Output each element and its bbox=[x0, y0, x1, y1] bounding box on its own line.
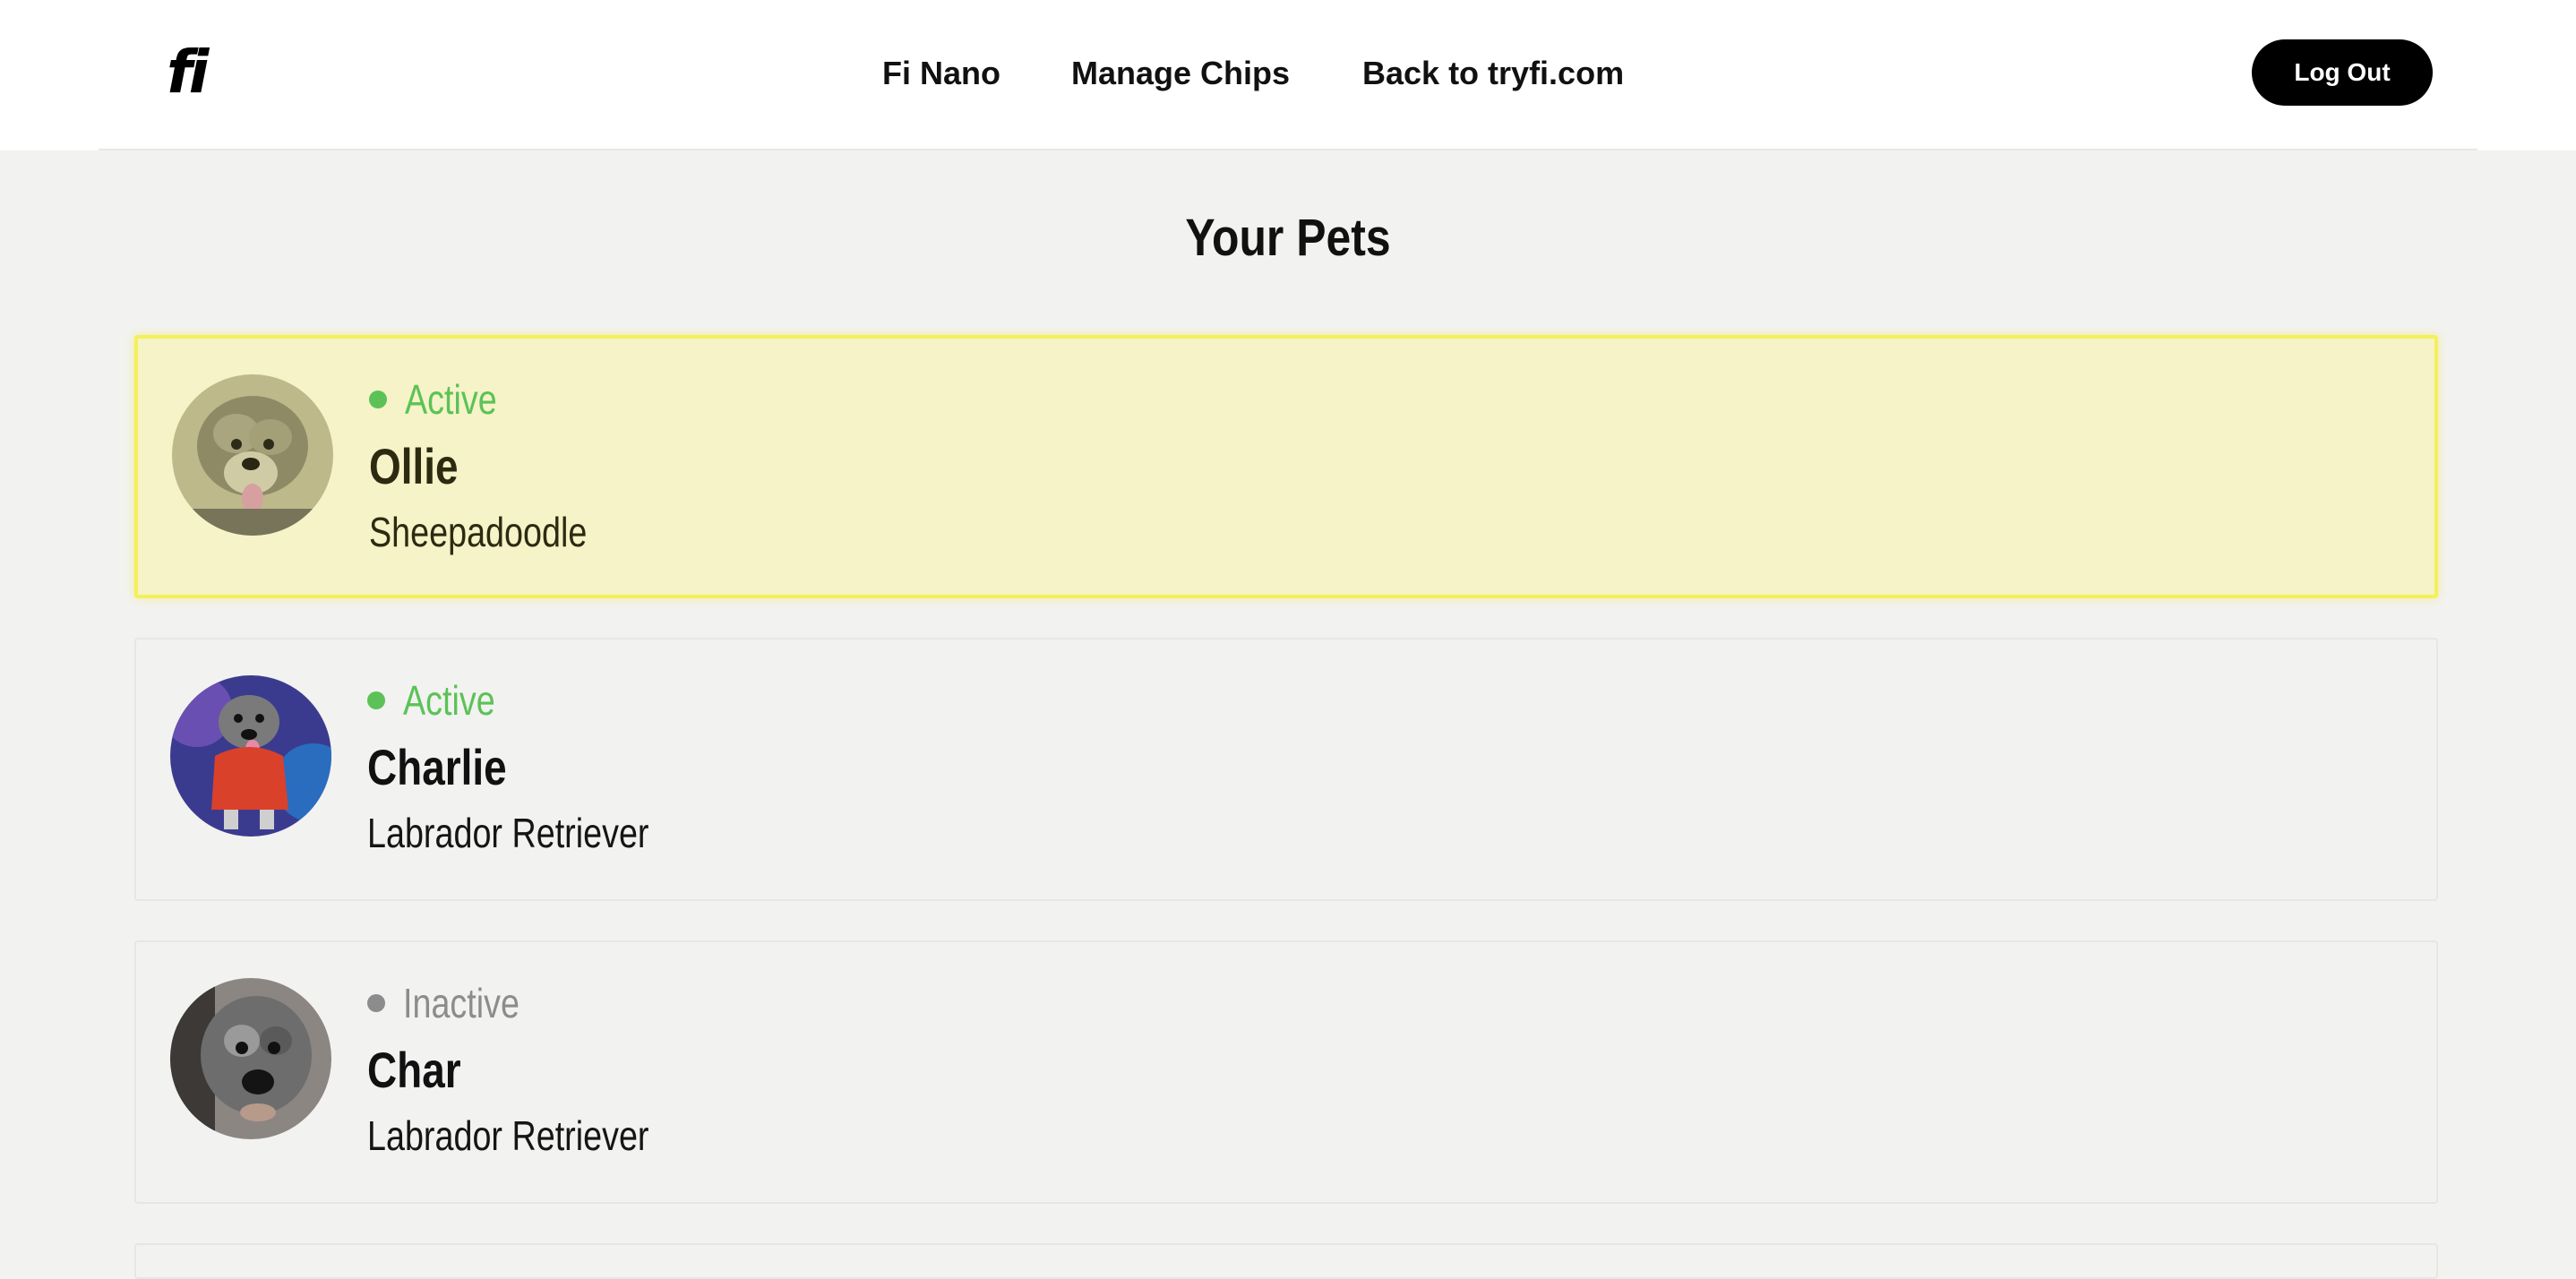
pet-card-ollie[interactable]: Active Ollie Sheepadoodle bbox=[134, 335, 2438, 598]
nav-link-manage-chips[interactable]: Manage Chips bbox=[1071, 52, 1290, 95]
pet-name: Charlie bbox=[367, 739, 507, 795]
pet-name: Ollie bbox=[369, 438, 459, 494]
top-navigation-bar: fi Fi Nano Manage Chips Back to tryfi.co… bbox=[0, 0, 2576, 150]
pet-name: Char bbox=[367, 1042, 461, 1098]
page-title: Your Pets bbox=[1185, 209, 1391, 267]
pet-avatar bbox=[172, 374, 333, 536]
main-nav: Fi Nano Manage Chips Back to tryfi.com bbox=[0, 0, 2576, 150]
header-divider bbox=[99, 149, 2477, 150]
log-out-button[interactable]: Log Out bbox=[2252, 39, 2433, 106]
pet-avatar bbox=[170, 675, 331, 837]
status-label: Active bbox=[405, 376, 497, 423]
status-label: Active bbox=[403, 677, 495, 724]
nav-link-fi-nano[interactable]: Fi Nano bbox=[882, 52, 1000, 95]
status-active-dot bbox=[367, 691, 385, 709]
pet-breed: Sheepadoodle bbox=[369, 509, 588, 555]
pet-avatar bbox=[170, 978, 331, 1139]
status-active-dot bbox=[369, 391, 387, 408]
pet-card-char[interactable]: Inactive Char Labrador Retriever bbox=[134, 940, 2438, 1204]
status-inactive-dot bbox=[367, 994, 385, 1012]
pet-card-partial[interactable] bbox=[134, 1243, 2438, 1279]
pet-breed: Labrador Retriever bbox=[367, 1112, 649, 1159]
pet-breed: Labrador Retriever bbox=[367, 810, 649, 856]
status-label: Inactive bbox=[403, 980, 519, 1026]
pet-card-charlie[interactable]: Active Charlie Labrador Retriever bbox=[134, 638, 2438, 901]
nav-link-back-to-tryfi[interactable]: Back to tryfi.com bbox=[1362, 52, 1624, 95]
